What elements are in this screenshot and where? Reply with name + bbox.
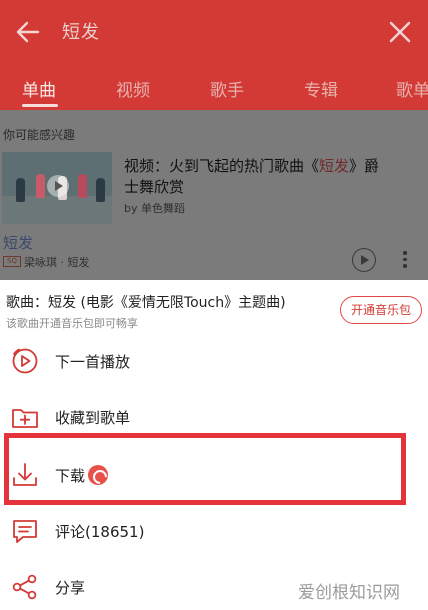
menu-item-comments[interactable]: 评论(18651) (0, 504, 428, 560)
menu-item-label: 收藏到歌单 (55, 409, 131, 427)
tab-videos[interactable]: 视频 (116, 76, 150, 101)
tab-songs[interactable]: 单曲 (22, 76, 56, 101)
search-input[interactable]: 短发 (62, 18, 100, 44)
video-byline: by 单色舞蹈 (124, 202, 185, 215)
add-to-playlist-icon (12, 409, 38, 428)
arrow-left-icon[interactable] (12, 16, 44, 48)
sheet-song-title: 歌曲：短发 (电影《爱情无限Touch》主题曲) (6, 295, 286, 311)
tab-bar: 单曲 视频 歌手 专辑 歌单 (0, 70, 428, 108)
dancer-figure (78, 174, 87, 198)
mv-play-icon[interactable] (352, 248, 376, 272)
app-header: 短发 单曲 视频 歌手 专辑 歌单 (0, 0, 428, 110)
search-results: 你可能感兴趣 视频：火到飞起的热门歌曲《短发》爵士舞欣赏 by 单色舞蹈 短发 … (0, 110, 428, 280)
dancer-figure (36, 174, 45, 198)
play-next-icon (12, 348, 38, 374)
song-artist: 梁咏琪 · 短发 (24, 256, 90, 269)
play-icon[interactable] (47, 175, 69, 197)
more-options-icon[interactable] (400, 248, 410, 272)
suggest-section-title: 你可能感兴趣 (3, 128, 76, 142)
sheet-note: 该歌曲开通音乐包即可畅享 (6, 317, 138, 330)
search-bar: 短发 (0, 0, 428, 62)
open-music-pack-button[interactable]: 开通音乐包 (340, 296, 422, 324)
watermark: 爱创根知识网 (298, 583, 400, 603)
dancer-figure (16, 178, 25, 202)
menu-item-label: 评论(18651) (55, 523, 145, 541)
song-title[interactable]: 短发 (3, 232, 33, 253)
menu-item-label: 分享 (55, 579, 86, 597)
download-highlight-frame (4, 433, 406, 505)
video-thumbnail[interactable] (2, 152, 112, 224)
tab-playlists[interactable]: 歌单 (396, 76, 428, 101)
menu-item-label: 下一首播放 (55, 353, 131, 371)
dancer-figure (96, 178, 105, 202)
close-icon[interactable] (386, 18, 414, 46)
sq-quality-badge: SQ (3, 256, 21, 267)
share-icon (12, 574, 37, 600)
comment-icon (13, 520, 37, 543)
video-title-prefix: 视频：火到飞起的热门歌曲《 (124, 157, 320, 175)
video-title-keyword: 短发 (319, 157, 350, 175)
tab-albums[interactable]: 专辑 (304, 76, 338, 101)
menu-item-play-next[interactable]: 下一首播放 (0, 334, 428, 390)
tab-artists[interactable]: 歌手 (210, 76, 244, 101)
active-tab-indicator (22, 104, 58, 107)
video-title[interactable]: 视频：火到飞起的热门歌曲《短发》爵士舞欣赏 (124, 156, 384, 198)
